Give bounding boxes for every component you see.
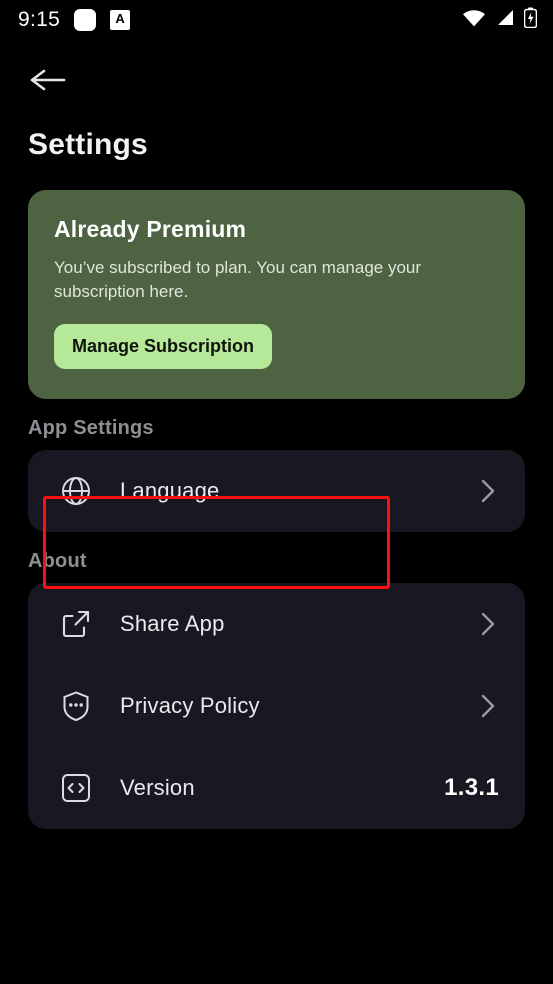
status-bar-right xyxy=(462,7,538,33)
shield-dots-icon xyxy=(54,689,98,723)
status-bar-clock: 9:15 xyxy=(18,8,61,31)
battery-charging-icon xyxy=(523,7,538,33)
rounded-square-icon xyxy=(74,9,97,31)
header-bar xyxy=(0,40,553,102)
settings-screen: 9:15 A Settings Already Premium You’ve s… xyxy=(0,0,553,984)
settings-row-label: Version xyxy=(120,775,195,801)
premium-card-title: Already Premium xyxy=(54,216,247,242)
settings-row-label: Language xyxy=(120,478,220,504)
manage-subscription-button[interactable]: Manage Subscription xyxy=(54,324,273,370)
status-bar: 9:15 A xyxy=(0,0,553,40)
globe-icon xyxy=(54,474,98,508)
a-badge-icon: A xyxy=(110,10,131,30)
premium-card: Already Premium You’ve subscribed to pla… xyxy=(28,190,525,400)
about-card: Share App Privacy Policy Version 1.3.1 xyxy=(28,583,525,830)
settings-row-label: Privacy Policy xyxy=(120,693,260,719)
app-settings-card: Language xyxy=(28,450,525,533)
status-bar-left: 9:15 A xyxy=(18,8,131,32)
settings-row-version: Version 1.3.1 xyxy=(28,747,525,829)
settings-row-language[interactable]: Language xyxy=(28,450,525,532)
code-brackets-icon xyxy=(54,771,98,805)
wifi-icon xyxy=(462,9,486,32)
chevron-right-icon xyxy=(477,478,499,504)
chevron-right-icon xyxy=(477,693,499,719)
settings-row-share-app[interactable]: Share App xyxy=(28,583,525,665)
section-label-about: About xyxy=(28,550,87,573)
premium-card-description: You’ve subscribed to plan. You can manag… xyxy=(54,258,422,302)
chevron-right-icon xyxy=(477,611,499,637)
settings-row-label: Share App xyxy=(120,611,225,637)
version-value: 1.3.1 xyxy=(444,774,499,802)
arrow-left-icon xyxy=(28,66,68,99)
section-label-app-settings: App Settings xyxy=(28,417,154,440)
page-title: Settings xyxy=(28,128,148,161)
cellular-signal-icon xyxy=(495,9,515,32)
settings-row-privacy-policy[interactable]: Privacy Policy xyxy=(28,665,525,747)
share-external-icon xyxy=(54,607,98,641)
back-button[interactable] xyxy=(28,62,74,102)
